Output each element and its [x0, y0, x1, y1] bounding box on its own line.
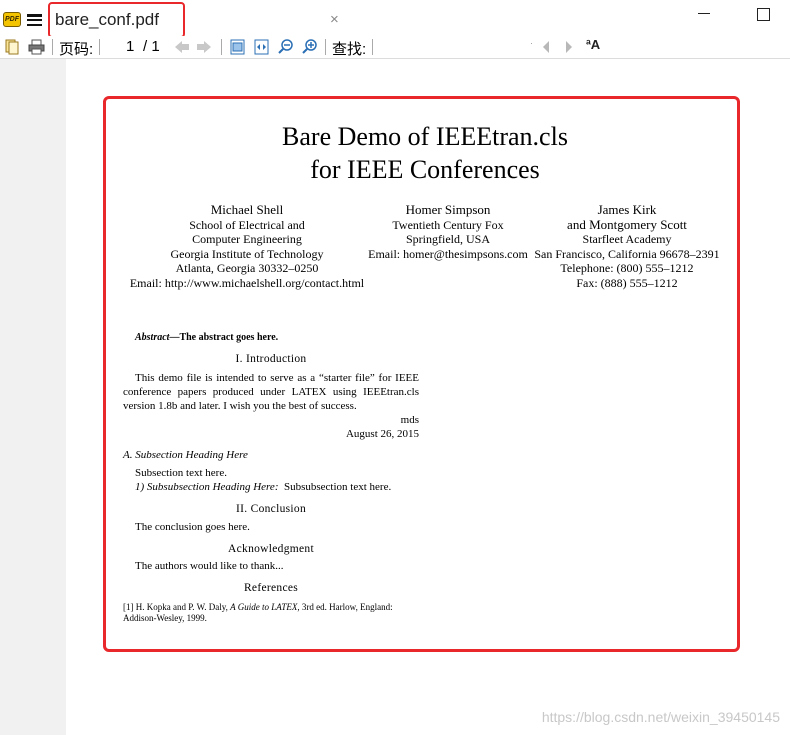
- find-prev-icon[interactable]: [540, 39, 552, 55]
- subsection-heading: A. Subsection Heading Here: [123, 449, 248, 461]
- section-heading-conclusion: II. Conclusion: [236, 503, 306, 515]
- left-gutter: [0, 59, 66, 735]
- document-title: Bare Demo of IEEEtran.cls for IEEE Confe…: [282, 122, 568, 184]
- find-input-end-marker: ·: [530, 38, 533, 48]
- reference-1: [1] H. Kopka and P. W. Daly, A Guide to …: [123, 602, 393, 623]
- zoom-in-icon[interactable]: [302, 39, 318, 55]
- author-block-1: Michael Shell School of Electrical and C…: [129, 202, 365, 290]
- acknowledgment-text: The authors would like to thank...: [135, 560, 284, 572]
- title-bar: PDF bare_conf.pdf ×: [0, 0, 790, 38]
- pdf-app-icon: PDF: [3, 12, 21, 27]
- hamburger-menu-icon[interactable]: [27, 14, 42, 27]
- subsection-text: Subsection text here.: [135, 467, 227, 479]
- conclusion-text: The conclusion goes here.: [135, 521, 250, 533]
- open-file-icon[interactable]: [5, 39, 19, 55]
- subsubsection: 1) Subsubsection Heading Here: Subsubsec…: [135, 481, 392, 493]
- find-label: 查找:: [332, 41, 367, 58]
- date: August 26, 2015: [345, 428, 419, 440]
- section-heading-references: References: [243, 582, 299, 594]
- document-tab[interactable]: bare_conf.pdf: [55, 10, 159, 30]
- abstract: Abstract—The abstract goes here.: [135, 332, 279, 343]
- window-minimize-button[interactable]: [698, 13, 710, 14]
- fit-width-icon[interactable]: [254, 39, 269, 55]
- signature: mds: [400, 414, 419, 426]
- zoom-out-icon[interactable]: [278, 39, 294, 55]
- section-heading-introduction: I. Introduction: [235, 353, 307, 365]
- watermark: https://blog.csdn.net/weixin_39450145: [541, 709, 780, 725]
- page-total: / 1: [143, 38, 160, 55]
- page-label: 页码:: [59, 41, 94, 58]
- find-next-icon[interactable]: [563, 39, 575, 55]
- prev-page-icon[interactable]: [174, 39, 190, 55]
- tab-close-icon[interactable]: ×: [330, 11, 339, 28]
- next-page-icon[interactable]: [196, 39, 212, 55]
- fit-page-icon[interactable]: [230, 39, 245, 55]
- window-maximize-button[interactable]: [757, 8, 770, 21]
- section-heading-acknowledgment: Acknowledgment: [228, 543, 314, 555]
- page-number-input[interactable]: 1: [126, 38, 134, 55]
- match-case-icon[interactable]: ªA: [586, 37, 600, 52]
- author-block-3: James Kirk and Montgomery Scott Starflee…: [534, 202, 720, 290]
- author-block-2: Homer Simpson Twentieth Century Fox Spri…: [368, 202, 528, 261]
- intro-paragraph: This demo file is intended to serve as a…: [123, 372, 419, 412]
- print-icon[interactable]: [28, 39, 45, 55]
- toolbar: 页码: 1 / 1 查找: · ªA: [0, 36, 790, 59]
